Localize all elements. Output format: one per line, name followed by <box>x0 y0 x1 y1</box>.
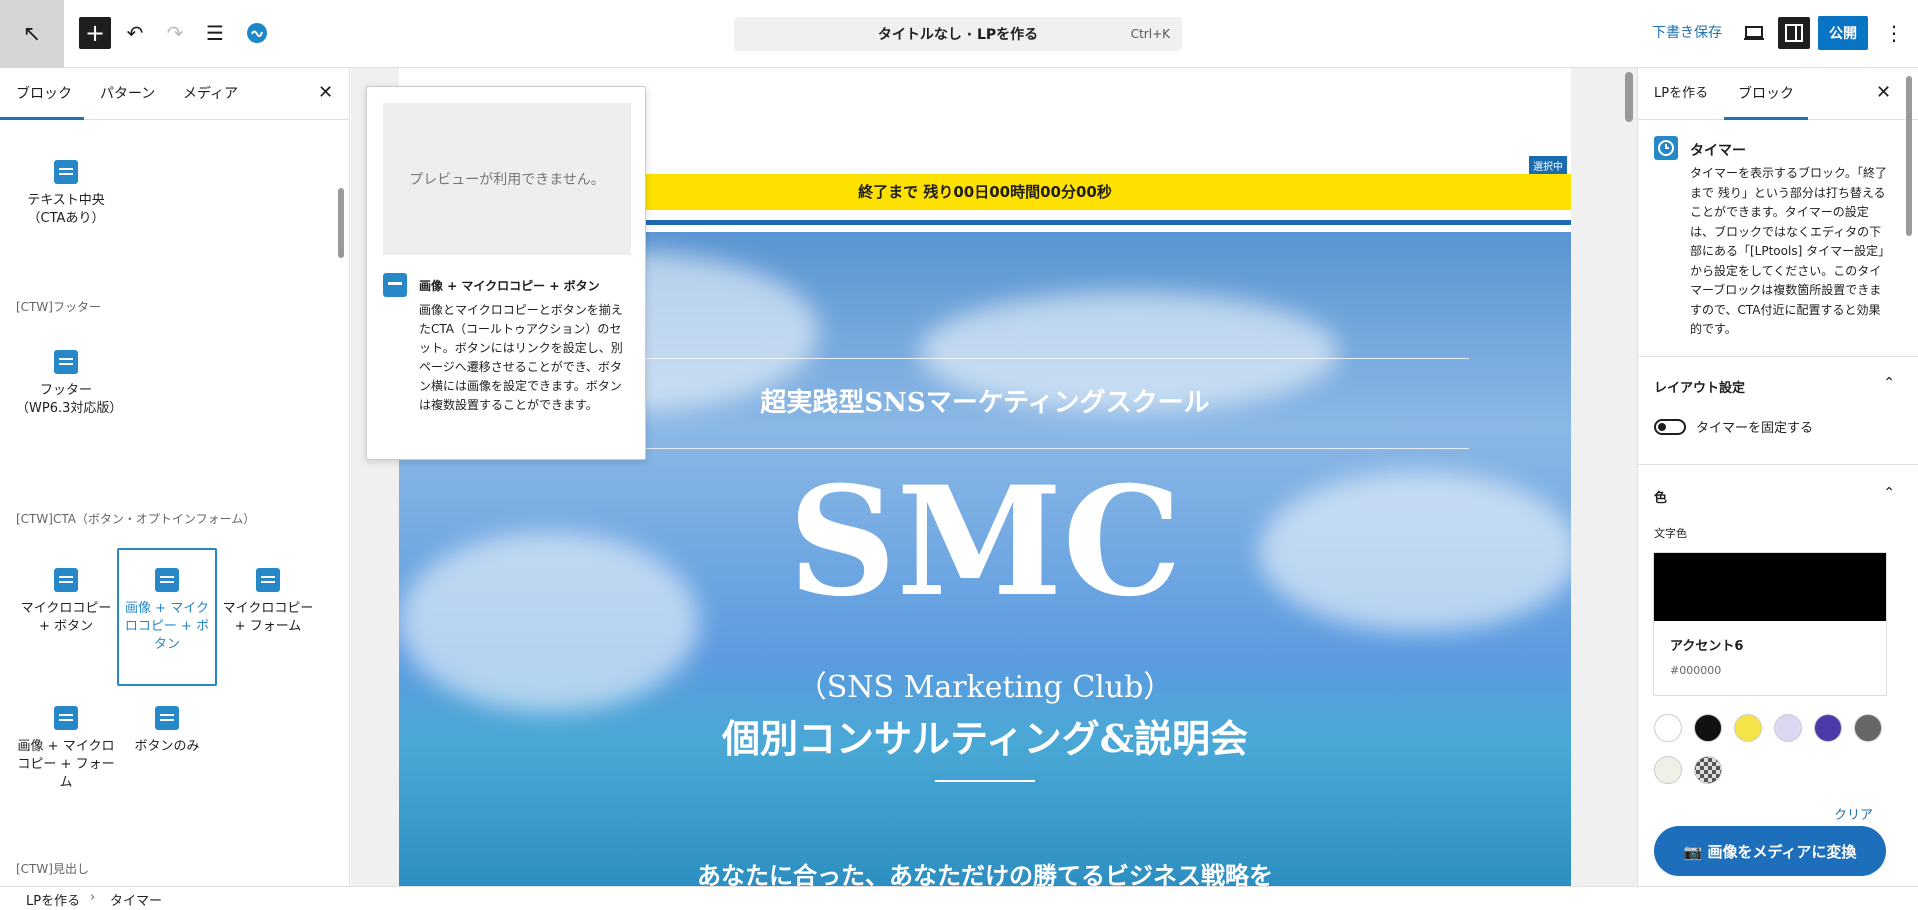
tab-block[interactable]: ブロック <box>1724 68 1808 120</box>
text-color-label: 文字色 <box>1654 527 1687 540</box>
close-icon[interactable]: ✕ <box>1876 82 1891 103</box>
block-microcopy-button[interactable]: マイクロコピー + ボタン <box>16 568 116 636</box>
preview-placeholder: プレビューが利用できません。 <box>383 103 631 255</box>
block-image-microcopy-form[interactable]: 画像 + マイクロコピー + フォーム <box>16 706 116 792</box>
color-swatch[interactable] <box>1694 756 1722 784</box>
block-description: タイマーを表示するブロック。「終了まで 残り」という部分は打ち替えることができま… <box>1690 166 1888 336</box>
preview-icon[interactable] <box>1738 17 1770 49</box>
block-icon <box>54 350 78 374</box>
save-draft-button[interactable]: 下書き保存 <box>1652 22 1722 42</box>
inserter-tabs: ブロック パターン メディア ✕ <box>0 68 349 120</box>
scrollbar[interactable] <box>1625 72 1633 122</box>
block-footer[interactable]: フッター（WP6.3対応版） <box>16 350 123 418</box>
color-swatch[interactable] <box>1814 714 1842 742</box>
hero-headline: 個別コンサルティング&説明会 <box>721 716 1249 761</box>
block-button-only[interactable]: ボタンのみ <box>117 706 217 756</box>
hero-bottom-text: あなたに合った、あなただけの勝てるビジネス戦略を <box>697 861 1273 886</box>
desktop-icon <box>1744 26 1764 40</box>
inserter-panel: ブロック パターン メディア ✕ テキスト中央（CTAあり） [CTW]フッター… <box>0 68 350 886</box>
chevron-up-icon[interactable]: ⌃ <box>1883 375 1895 391</box>
breadcrumb-item-timer[interactable]: タイマー <box>110 890 162 909</box>
breadcrumb: LPを作る › タイマー <box>0 886 1918 910</box>
hero-subtitle: （SNS Marketing Club） <box>796 670 1174 705</box>
block-text-center-cta[interactable]: テキスト中央（CTAあり） <box>16 160 116 228</box>
publish-button[interactable]: 公開 <box>1818 16 1868 50</box>
block-title: タイマー <box>1690 143 1746 159</box>
sidebar-icon <box>1785 24 1803 42</box>
block-preview-popover: プレビューが利用できません。 画像 + マイクロコピー + ボタン 画像とマイク… <box>366 86 646 460</box>
color-swatch[interactable] <box>1694 714 1722 742</box>
block-icon <box>54 568 78 592</box>
layout-section: レイアウト設定 ⌃ タイマーを固定する <box>1638 356 1918 464</box>
clock-icon <box>1658 140 1674 156</box>
color-hex: #000000 <box>1670 664 1722 677</box>
convert-images-button[interactable]: 📷 画像をメディアに変換 <box>1654 826 1886 876</box>
block-label: マイクロコピー + ボタン <box>20 601 112 634</box>
block-image-microcopy-button[interactable]: 画像 + マイクロコピー + ボタン <box>117 548 217 686</box>
toggle-label: タイマーを固定する <box>1696 421 1814 436</box>
color-swatch[interactable] <box>1654 756 1682 784</box>
color-title[interactable]: 色 <box>1654 487 1667 506</box>
color-name: アクセント6 <box>1670 639 1744 654</box>
close-icon[interactable]: ✕ <box>318 82 333 103</box>
redo-icon[interactable]: ↷ <box>159 17 191 49</box>
hero-short-line <box>935 780 1035 782</box>
block-icon <box>155 568 179 592</box>
plugin-logo <box>247 23 267 43</box>
scrollbar[interactable] <box>1906 76 1912 236</box>
back-arrow-icon[interactable]: ↖ <box>0 0 64 68</box>
editor-toolbar: ↖ + ↶ ↷ ☰ タイトルなし · LPを作る Ctrl+K 下書き保存 公開… <box>0 0 1918 68</box>
color-swatch[interactable] <box>1734 714 1762 742</box>
breadcrumb-separator-icon: › <box>90 890 96 905</box>
layout-title[interactable]: レイアウト設定 <box>1654 377 1745 396</box>
preview-title: 画像 + マイクロコピー + ボタン <box>419 279 600 293</box>
settings-tabs: LPを作る ブロック ✕ <box>1638 68 1918 120</box>
block-label: フッター（WP6.3対応版） <box>16 383 123 416</box>
scrollbar[interactable] <box>338 188 344 258</box>
category-footer: [CTW]フッター <box>16 300 101 314</box>
selected-tag: 選択中 <box>1529 156 1567 175</box>
settings-sidebar-toggle[interactable] <box>1778 17 1810 49</box>
block-label: ボタンのみ <box>134 739 200 754</box>
tab-patterns[interactable]: パターン <box>100 68 155 120</box>
settings-sidebar: LPを作る ブロック ✕ タイマー タイマーを表示するブロック。「終了まで 残り… <box>1637 68 1918 886</box>
block-label: 画像 + マイクロコピー + ボタン <box>124 601 210 652</box>
options-menu-icon[interactable]: ⋮ <box>1878 17 1910 49</box>
block-label: テキスト中央（CTAあり） <box>27 193 105 226</box>
timer-icon <box>1654 136 1678 160</box>
tab-document[interactable]: LPを作る <box>1654 68 1708 120</box>
color-swatch[interactable] <box>1854 714 1882 742</box>
category-heading: [CTW]見出し <box>16 862 89 876</box>
document-title-bar[interactable]: タイトルなし · LPを作る Ctrl+K <box>734 17 1182 51</box>
block-microcopy-form[interactable]: マイクロコピー + フォーム <box>218 568 318 636</box>
color-picker-card[interactable]: アクセント6 #000000 <box>1653 552 1887 696</box>
color-swatch[interactable] <box>1774 714 1802 742</box>
plugin-icon[interactable] <box>241 17 273 49</box>
hero-title: SMC <box>788 454 1182 630</box>
block-icon <box>256 568 280 592</box>
block-icon <box>54 706 78 730</box>
block-icon <box>155 706 179 730</box>
preview-description: 画像とマイクロコピーとボタンを揃えたCTA（コールトゥアクション）のセット。ボタ… <box>419 303 623 412</box>
undo-icon[interactable]: ↶ <box>119 17 151 49</box>
tab-media[interactable]: メディア <box>183 68 238 120</box>
color-swatch[interactable] <box>1654 714 1682 742</box>
block-icon <box>383 273 407 297</box>
chevron-up-icon[interactable]: ⌃ <box>1883 485 1895 501</box>
document-overview-icon[interactable]: ☰ <box>199 17 231 49</box>
breadcrumb-item-lp[interactable]: LPを作る <box>26 890 80 909</box>
document-title: タイトルなし · LPを作る <box>877 27 1039 43</box>
category-cta: [CTW]CTA（ボタン・オプトインフォーム） <box>16 512 256 526</box>
block-label: 画像 + マイクロコピー + フォーム <box>17 739 115 790</box>
current-color-swatch[interactable] <box>1654 553 1886 621</box>
command-shortcut: Ctrl+K <box>1130 27 1170 41</box>
block-icon <box>54 160 78 184</box>
block-label: マイクロコピー + フォーム <box>222 601 314 634</box>
tab-blocks[interactable]: ブロック <box>0 68 84 120</box>
fix-timer-toggle[interactable] <box>1654 419 1686 435</box>
clear-button[interactable]: クリア <box>1834 804 1873 823</box>
block-inserter-button[interactable]: + <box>79 17 111 49</box>
